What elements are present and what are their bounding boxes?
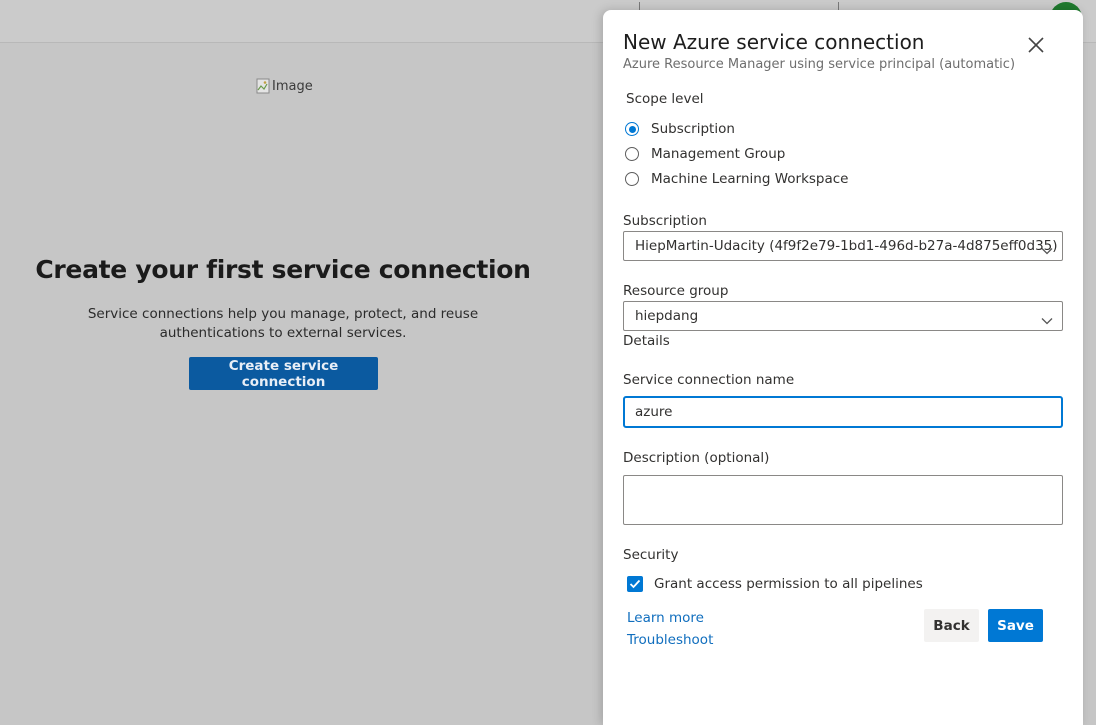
description-label: Description (optional) bbox=[623, 450, 770, 466]
radio-label-management-group: Management Group bbox=[651, 146, 786, 162]
empty-state-title: Create your first service connection bbox=[35, 255, 531, 284]
new-service-connection-panel: New Azure service connection Azure Resou… bbox=[603, 10, 1083, 725]
troubleshoot-link[interactable]: Troubleshoot bbox=[627, 632, 713, 648]
grant-access-checkbox-row[interactable]: Grant access permission to all pipelines bbox=[627, 576, 923, 592]
radio-subscription[interactable]: Subscription bbox=[625, 119, 735, 139]
subscription-dropdown[interactable]: HiepMartin-Udacity (4f9f2e79-1bd1-496d-b… bbox=[623, 231, 1063, 261]
subscription-label: Subscription bbox=[623, 213, 707, 229]
service-connection-name-field[interactable] bbox=[623, 396, 1063, 428]
resource-group-label: Resource group bbox=[623, 283, 729, 299]
resource-group-value: hiepdang bbox=[635, 308, 699, 324]
broken-image-alt-text: Image bbox=[272, 78, 313, 94]
resource-group-dropdown[interactable]: hiepdang bbox=[623, 301, 1063, 331]
learn-more-link[interactable]: Learn more bbox=[627, 610, 704, 626]
description-field[interactable] bbox=[623, 475, 1063, 525]
radio-button[interactable] bbox=[625, 172, 639, 186]
checkmark-icon bbox=[629, 579, 641, 589]
security-label: Security bbox=[623, 547, 679, 563]
service-connection-name-label: Service connection name bbox=[623, 372, 795, 388]
radio-label-machine-learning-workspace: Machine Learning Workspace bbox=[651, 171, 849, 187]
radio-button[interactable] bbox=[625, 147, 639, 161]
service-connection-name-input[interactable] bbox=[635, 403, 1045, 421]
details-label: Details bbox=[623, 333, 670, 349]
radio-machine-learning-workspace[interactable]: Machine Learning Workspace bbox=[625, 169, 849, 189]
empty-state-description: Service connections help you manage, pro… bbox=[87, 306, 479, 341]
panel-title: New Azure service connection bbox=[623, 30, 925, 54]
close-button[interactable] bbox=[1024, 33, 1048, 57]
description-textarea[interactable] bbox=[624, 476, 1062, 524]
broken-image-icon bbox=[256, 78, 270, 94]
chevron-down-icon bbox=[1041, 241, 1053, 255]
create-service-connection-button[interactable]: Create service connection bbox=[189, 357, 378, 390]
grant-access-checkbox[interactable] bbox=[627, 576, 643, 592]
scope-level-label: Scope level bbox=[626, 91, 704, 107]
radio-management-group[interactable]: Management Group bbox=[625, 144, 785, 164]
broken-image: Image bbox=[256, 78, 313, 94]
panel-subtitle: Azure Resource Manager using service pri… bbox=[623, 57, 1016, 72]
save-button[interactable]: Save bbox=[988, 609, 1043, 642]
close-icon bbox=[1024, 37, 1048, 60]
radio-label-subscription: Subscription bbox=[651, 121, 735, 137]
chevron-down-icon bbox=[1041, 311, 1053, 325]
radio-button-selected[interactable] bbox=[625, 122, 639, 136]
subscription-value: HiepMartin-Udacity (4f9f2e79-1bd1-496d-b… bbox=[635, 238, 1058, 254]
grant-access-label: Grant access permission to all pipelines bbox=[654, 576, 923, 592]
back-button[interactable]: Back bbox=[924, 609, 979, 642]
